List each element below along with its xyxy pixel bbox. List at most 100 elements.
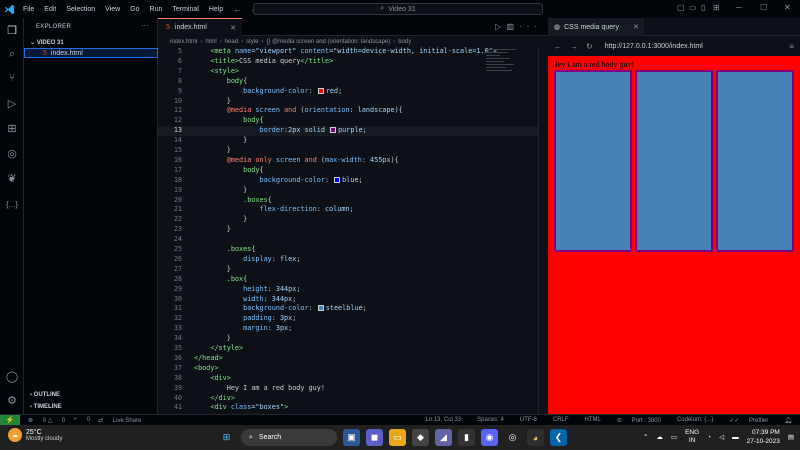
clock[interactable]: 07:39 PM 27-10-2023 xyxy=(747,428,780,446)
encoding[interactable]: UTF-8 xyxy=(520,417,537,424)
tab-index-html[interactable]: 5 index.html ✕ xyxy=(158,18,242,36)
taskbar-search[interactable]: ⌕ Search xyxy=(241,429,337,446)
breadcrumb-item[interactable]: body xyxy=(398,39,411,45)
prettier-status[interactable]: ✓✓ Prettier xyxy=(729,417,768,424)
menu-icon[interactable]: ≡ xyxy=(789,42,794,51)
customize-layout-icon[interactable]: ⊞ xyxy=(713,3,720,12)
terminal-icon[interactable]: ▮ xyxy=(458,429,475,446)
minimap[interactable] xyxy=(486,47,520,87)
code-editor[interactable]: 5 <meta name="viewport" content="width=d… xyxy=(158,47,548,414)
split-editor-icon[interactable]: ▥ xyxy=(506,22,519,31)
live-server-port[interactable]: ⊘ Port : 3000 xyxy=(617,417,661,424)
minimize-icon[interactable]: ─ xyxy=(736,3,742,12)
breadcrumb-item[interactable]: head xyxy=(225,39,238,45)
more-icon[interactable]: ··· xyxy=(519,22,542,31)
menu-terminal[interactable]: Terminal xyxy=(167,6,203,13)
remote-explorer-icon[interactable]: ◎ xyxy=(0,143,24,163)
errors-count[interactable]: ⊗ 0 △ 0 xyxy=(28,417,65,424)
browser-toolbar: ← → ↻ http://127.0.0.1:3000/index.html ≡ xyxy=(548,36,800,56)
menu-edit[interactable]: Edit xyxy=(39,6,61,13)
notification-icon[interactable]: ▤ xyxy=(788,433,794,441)
breadcrumb-item[interactable]: {} @media screen and (orientation: lands… xyxy=(266,39,390,45)
extensions-icon[interactable]: ⊞ xyxy=(0,118,24,138)
folder-video-31[interactable]: ⌄ VIDEO 31 xyxy=(30,39,64,46)
capture-icon[interactable]: ◎ xyxy=(504,429,521,446)
menu-go[interactable]: Go xyxy=(125,6,144,13)
windows-start-icon[interactable]: ⊞ xyxy=(218,429,235,446)
search-icon[interactable]: ⌕ xyxy=(0,44,24,64)
weather-condition: Mostly cloudy xyxy=(26,435,63,442)
account-icon[interactable]: ◯ xyxy=(0,366,24,386)
forward-icon[interactable]: → xyxy=(570,42,578,51)
live-share-button[interactable]: ⇄ Live Share xyxy=(98,417,141,424)
chevron-up-icon[interactable]: ⌃ xyxy=(643,433,648,441)
maximize-icon[interactable]: ☐ xyxy=(760,3,767,12)
indentation[interactable]: Spaces: 4 xyxy=(477,417,504,424)
breadcrumb-item[interactable]: html xyxy=(205,39,216,45)
battery-icon[interactable]: ▬ xyxy=(732,434,739,441)
layout-toggle-icon[interactable]: ▢ xyxy=(677,3,685,12)
weather-widget[interactable]: ☁ 25°C Mostly cloudy xyxy=(8,428,62,442)
close-icon[interactable]: ✕ xyxy=(784,3,791,12)
cursor-position[interactable]: Ln 13, Col 33 xyxy=(425,417,461,424)
url-bar[interactable]: http://127.0.0.1:3000/index.html xyxy=(605,43,703,50)
network-icon[interactable]: ▭ xyxy=(671,433,677,441)
color-swatch[interactable] xyxy=(330,127,337,134)
vscode-taskbar-icon[interactable]: ❮ xyxy=(550,429,567,446)
menu-file[interactable]: File xyxy=(18,6,39,13)
code-line: 14 } xyxy=(173,136,248,145)
timeline-section[interactable]: › TIMELINE xyxy=(30,404,62,410)
wifi-icon[interactable]: ◔ xyxy=(707,434,711,441)
explorer-icon[interactable]: ❐ xyxy=(0,20,24,40)
menu-selection[interactable]: Selection xyxy=(61,6,100,13)
command-center-search[interactable]: ⌕ Video 31 xyxy=(253,3,543,15)
chrome-icon[interactable]: ◕ xyxy=(527,429,544,446)
editor-actions: ▷▥··· xyxy=(495,22,542,31)
reload-icon[interactable]: ↻ xyxy=(586,42,593,51)
close-tab-icon[interactable]: ✕ xyxy=(633,23,639,31)
code-line: 16 @media only screen and (max-width: 45… xyxy=(173,155,399,164)
color-swatch[interactable] xyxy=(334,176,341,183)
close-tab-icon[interactable]: ✕ xyxy=(230,24,236,32)
discord-icon[interactable]: ◉ xyxy=(481,429,498,446)
code-line: 18 background-color: blue; xyxy=(173,175,363,184)
breadcrumb-item[interactable]: index.html xyxy=(170,39,197,45)
onedrive-icon[interactable]: ☁ xyxy=(656,433,663,441)
remote-indicator-icon[interactable]: ⚡ xyxy=(0,414,20,426)
menu-view[interactable]: View xyxy=(100,6,125,13)
task-view-icon[interactable]: ▣ xyxy=(343,429,360,446)
json-icon[interactable]: {...} xyxy=(0,194,24,214)
menu-run[interactable]: Run xyxy=(145,6,168,13)
ports-count[interactable]: ⑂ 0 xyxy=(73,417,90,423)
settings-gear-icon[interactable]: ⚙ xyxy=(0,390,24,410)
color-swatch[interactable] xyxy=(317,87,324,94)
back-arrow-icon[interactable]: ← xyxy=(233,4,250,14)
more-actions-icon[interactable]: ··· xyxy=(141,21,149,30)
notifications-bell-icon[interactable]: 🔔︎ xyxy=(784,417,792,424)
mongodb-leaf-icon[interactable]: ❦ xyxy=(0,168,24,188)
teams-icon[interactable]: ◼ xyxy=(366,429,383,446)
codeium-status[interactable]: Codeium: {...} xyxy=(677,417,713,424)
language-mode[interactable]: HTML xyxy=(585,417,601,424)
sidebar-toggle-icon[interactable]: ▯ xyxy=(701,3,705,12)
code-line: 33 margin: 3px; xyxy=(173,324,293,333)
app-icon[interactable]: ◢ xyxy=(435,429,452,446)
end-of-line[interactable]: CRLF xyxy=(553,417,569,424)
outline-section[interactable]: › OUTLINE xyxy=(30,392,60,398)
volume-icon[interactable]: ◁ xyxy=(719,433,724,441)
color-swatch[interactable] xyxy=(317,305,324,312)
github-icon[interactable]: ◆ xyxy=(412,429,429,446)
file-explorer-icon[interactable]: ▭ xyxy=(389,429,406,446)
run-debug-icon[interactable]: ▷ xyxy=(0,93,24,113)
source-control-icon[interactable]: ⑂ xyxy=(0,68,24,88)
lang-primary: ENG xyxy=(685,429,700,436)
breadcrumb-item[interactable]: style xyxy=(246,39,258,45)
language-indicator[interactable]: ENG IN xyxy=(685,429,699,445)
menu-help[interactable]: Help xyxy=(204,6,228,13)
editor-scrollbar[interactable] xyxy=(538,47,548,414)
file-index-html[interactable]: 5 index.html xyxy=(24,48,158,58)
run-icon[interactable]: ▷ xyxy=(495,22,506,31)
back-icon[interactable]: ← xyxy=(554,42,562,51)
panel-toggle-icon[interactable]: ▭ xyxy=(689,3,697,12)
browser-tab[interactable]: ◍ CSS media query ✕ xyxy=(548,18,644,36)
